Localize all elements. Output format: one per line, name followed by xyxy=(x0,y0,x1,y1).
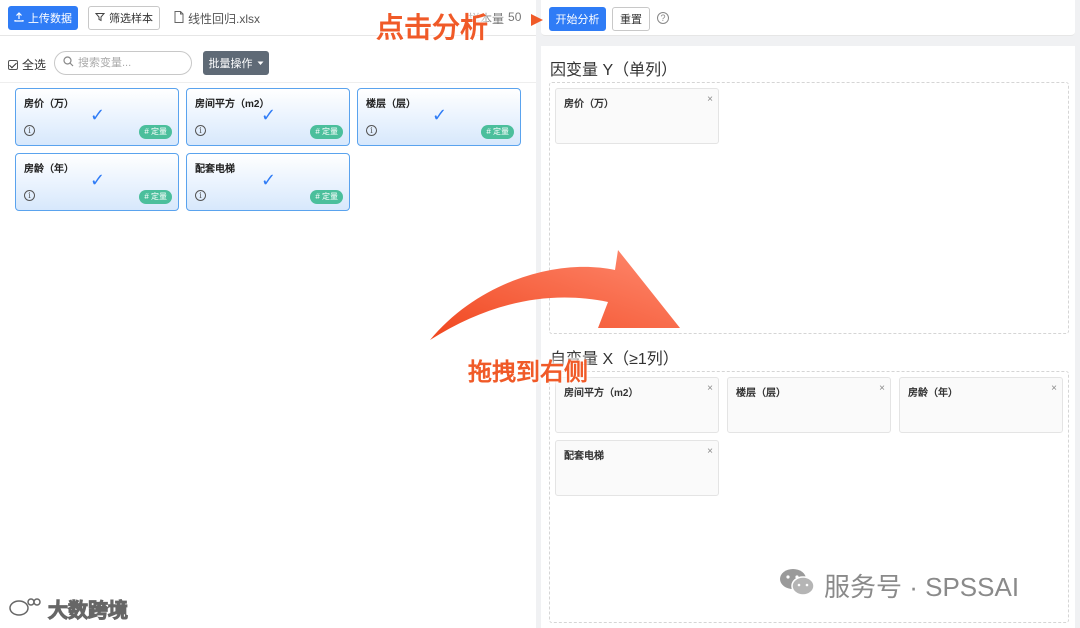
close-icon[interactable]: × xyxy=(707,94,713,105)
reset-button[interactable]: 重置 xyxy=(612,7,650,31)
drag-arrow-icon xyxy=(430,250,680,340)
watermark-right: 服务号 · SPSSAI xyxy=(778,566,1019,605)
quantitative-tag: # 定量 xyxy=(139,125,172,139)
file-name-text: 线性回归.xlsx xyxy=(188,12,261,26)
info-icon[interactable]: i xyxy=(24,125,35,136)
check-icon: ✓ xyxy=(90,105,106,125)
variable-card[interactable]: 房价（万） ✓ i # 定量 xyxy=(15,88,179,146)
close-icon[interactable]: × xyxy=(707,446,713,457)
filter-sample-button[interactable]: 筛选样本 xyxy=(88,6,160,30)
variable-name: 房间平方（m2） xyxy=(195,99,270,110)
variable-name: 房龄（年） xyxy=(24,164,74,175)
quantitative-tag: # 定量 xyxy=(310,125,343,139)
click-analyze-annotation: 点击分析 xyxy=(376,11,489,44)
variable-name: 房价（万） xyxy=(24,99,74,110)
check-icon: ✓ xyxy=(261,170,277,190)
weibo-logo-icon xyxy=(8,595,42,623)
close-icon[interactable]: × xyxy=(879,383,885,394)
dependent-variable-title: 因变量 Y（单列） xyxy=(550,62,678,79)
divider xyxy=(0,82,536,83)
chip-label: 房龄（年） xyxy=(908,388,958,399)
selected-variable-chip[interactable]: 楼层（层） × xyxy=(727,377,891,433)
chip-label: 房价（万） xyxy=(564,99,614,110)
batch-operation-button[interactable]: 批量操作 xyxy=(203,51,269,75)
pointer-arrow-icon xyxy=(531,14,543,26)
select-all-label: 全选 xyxy=(22,58,47,72)
filter-icon xyxy=(94,12,106,25)
start-analysis-label: 开始分析 xyxy=(555,14,600,26)
check-icon: ✓ xyxy=(90,170,106,190)
caret-down-icon xyxy=(257,57,264,69)
variable-name: 楼层（层） xyxy=(366,99,416,110)
sample-count-value: 50 xyxy=(508,10,522,24)
search-input[interactable] xyxy=(78,57,178,69)
info-icon[interactable]: i xyxy=(24,190,35,201)
variable-card[interactable]: 配套电梯 ✓ i # 定量 xyxy=(186,153,350,211)
variable-name: 配套电梯 xyxy=(195,164,235,175)
watermark-left-text: 大数跨境 xyxy=(48,600,129,623)
help-icon[interactable]: ? xyxy=(657,12,669,24)
watermark-right-text: 服务号 · SPSSAI xyxy=(824,572,1020,602)
chip-label: 楼层（层） xyxy=(736,388,786,399)
upload-icon xyxy=(14,11,24,25)
chip-label: 配套电梯 xyxy=(564,451,604,462)
checkbox-icon[interactable] xyxy=(8,59,18,70)
info-icon[interactable]: i xyxy=(366,125,377,136)
variable-card[interactable]: 房间平方（m2） ✓ i # 定量 xyxy=(186,88,350,146)
variable-card[interactable]: 楼层（层） ✓ i # 定量 xyxy=(357,88,521,146)
info-icon[interactable]: i xyxy=(195,190,206,201)
selected-variable-chip[interactable]: 房龄（年） × xyxy=(899,377,1063,433)
batch-operation-label: 批量操作 xyxy=(208,58,253,70)
quantitative-tag: # 定量 xyxy=(139,190,172,204)
check-icon: ✓ xyxy=(261,105,277,125)
close-icon[interactable]: × xyxy=(707,383,713,394)
search-box[interactable] xyxy=(54,51,192,75)
select-all-checkbox[interactable]: 全选 xyxy=(8,56,46,73)
variable-card[interactable]: 房龄（年） ✓ i # 定量 xyxy=(15,153,179,211)
info-icon[interactable]: i xyxy=(195,125,206,136)
selected-variable-chip[interactable]: 房价（万） × xyxy=(555,88,719,144)
check-icon: ✓ xyxy=(432,105,448,125)
start-analysis-button[interactable]: 开始分析 xyxy=(549,7,606,31)
filter-sample-label: 筛选样本 xyxy=(109,13,153,25)
reset-label: 重置 xyxy=(620,14,642,26)
file-icon xyxy=(174,11,184,26)
close-icon[interactable]: × xyxy=(1051,383,1057,394)
file-name: 线性回归.xlsx xyxy=(174,10,260,27)
right-toolbar: 开始分析 重置 xyxy=(541,0,1075,36)
search-icon xyxy=(63,56,74,70)
selected-variable-chip[interactable]: 配套电梯 × xyxy=(555,440,719,496)
upload-data-label: 上传数据 xyxy=(28,13,72,25)
quantitative-tag: # 定量 xyxy=(481,125,514,139)
wechat-logo-icon xyxy=(778,566,816,605)
quantitative-tag: # 定量 xyxy=(310,190,343,204)
drag-right-annotation: 拖拽到右侧 xyxy=(468,358,588,386)
upload-data-button[interactable]: 上传数据 xyxy=(8,6,78,30)
watermark-left: 大数跨境 xyxy=(8,594,129,623)
